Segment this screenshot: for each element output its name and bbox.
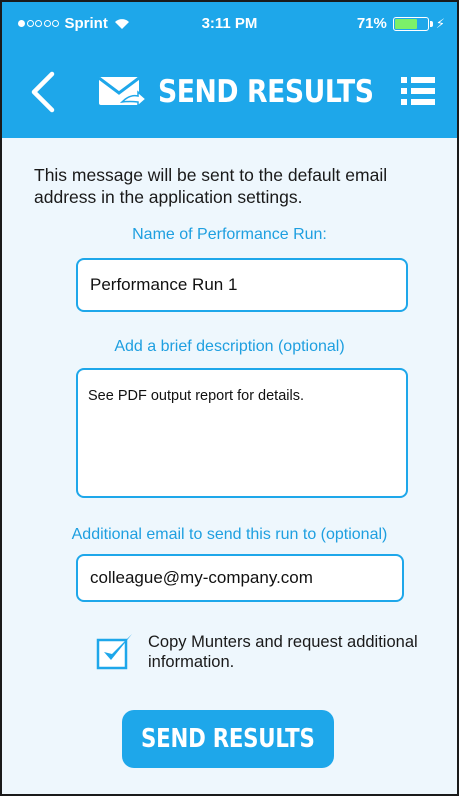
nav-title-group: SEND RESULTS [96,66,409,118]
list-menu-icon [401,77,435,105]
back-button[interactable] [24,68,64,116]
app-screen: Sprint 3:11 PM 71% ⚡ SEND RESULTS This m… [0,0,459,796]
status-right: 71% ⚡ [357,15,445,32]
charging-bolt-icon: ⚡ [435,15,445,31]
battery-nub [429,20,433,27]
send-results-button[interactable]: SEND RESULTS [122,710,334,768]
description-label: Add a brief description (optional) [114,338,345,355]
copy-munters-checkbox[interactable] [96,632,132,670]
nav-bar: SEND RESULTS [2,46,457,138]
mail-send-icon [98,76,148,108]
battery-icon [392,16,429,31]
copy-munters-label: Copy Munters and request additional info… [148,633,418,671]
menu-button[interactable] [399,72,437,110]
send-results-button-label: SEND RESULTS [141,724,315,754]
page-title: SEND RESULTS [158,74,374,110]
checkmark-icon [96,634,132,670]
intro-text: This message will be sent to the default… [34,165,388,207]
run-name-input[interactable] [76,258,408,312]
battery-percent: 71% [356,15,387,32]
description-textarea[interactable]: See PDF output report for details. [76,368,408,498]
chevron-left-icon [31,71,55,113]
run-name-label: Name of Performance Run: [132,226,327,243]
status-bar: Sprint 3:11 PM 71% ⚡ [2,2,457,46]
additional-email-input[interactable] [76,554,404,602]
email-label: Additional email to send this run to (op… [71,526,388,543]
battery-fill [394,18,417,29]
